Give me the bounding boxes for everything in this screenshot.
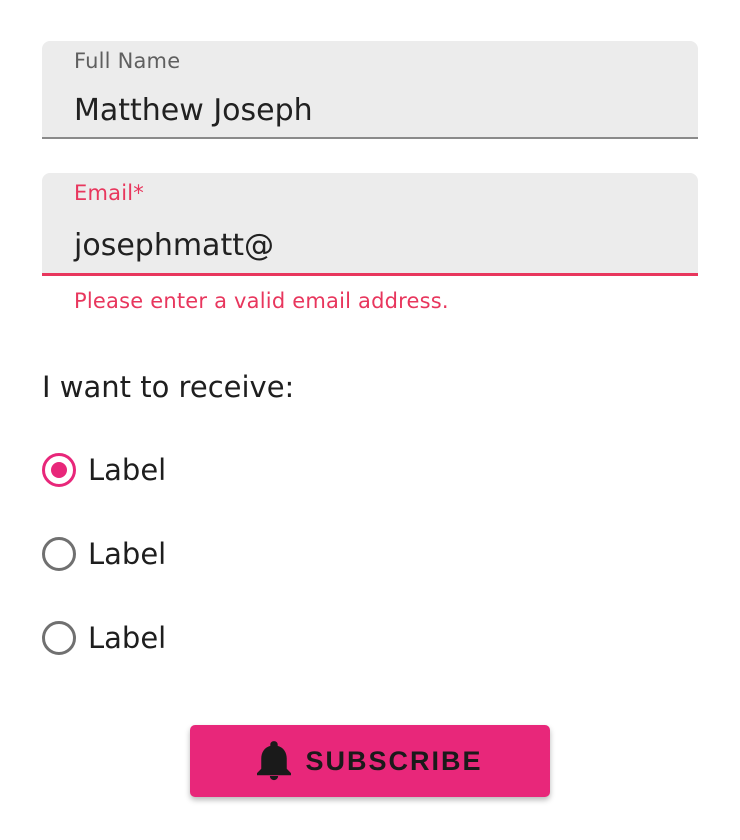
full-name-label: Full Name [74, 49, 181, 73]
radio-option-label: Label [88, 537, 167, 571]
email-field[interactable]: Email* josephmatt@ [42, 173, 698, 276]
full-name-field[interactable]: Full Name Matthew Joseph [42, 41, 698, 139]
radio-option-3[interactable]: Label [42, 618, 166, 658]
email-label: Email* [74, 181, 144, 205]
radio-option-2[interactable]: Label [42, 534, 166, 574]
radio-option-label: Label [88, 621, 167, 655]
email-error-message: Please enter a valid email address. [74, 289, 449, 313]
receive-group-label: I want to receive: [42, 370, 295, 404]
radio-option-label: Label [88, 453, 167, 487]
radio-option-1[interactable]: Label [42, 450, 166, 490]
radio-button[interactable] [42, 621, 76, 655]
subscribe-button-label: SUBSCRIBE [305, 745, 483, 776]
radio-button[interactable] [42, 537, 76, 571]
full-name-input-value[interactable]: Matthew Joseph [74, 93, 313, 128]
bell-icon [257, 741, 292, 781]
subscription-form: Full Name Matthew Joseph Email* josephma… [0, 0, 740, 840]
email-input-value[interactable]: josephmatt@ [74, 228, 274, 263]
subscribe-button[interactable]: SUBSCRIBE [190, 725, 550, 797]
radio-button-checked[interactable] [42, 453, 76, 487]
